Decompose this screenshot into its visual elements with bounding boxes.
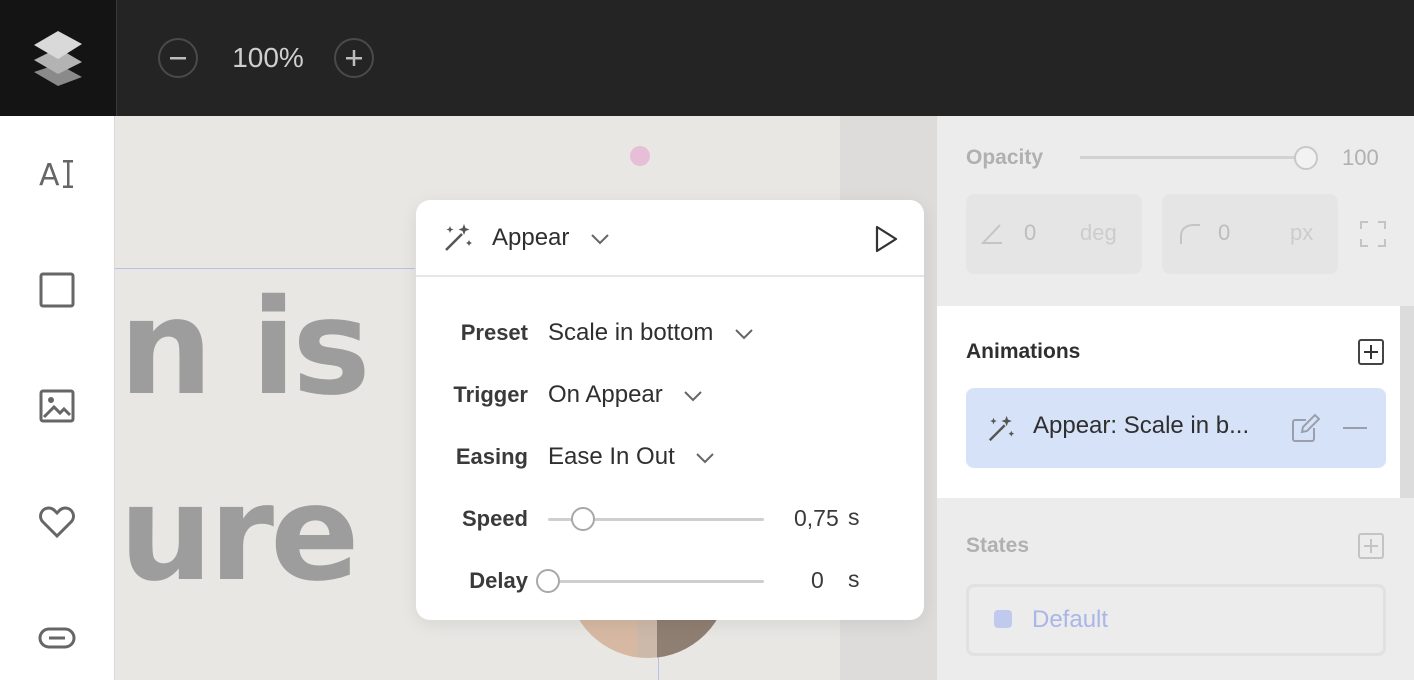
text-tool-icon: A	[39, 158, 73, 193]
play-icon[interactable]	[872, 224, 900, 254]
plus-icon	[346, 50, 362, 66]
preset-label: Preset	[460, 320, 528, 345]
easing-value: Ease In Out	[548, 443, 675, 470]
plus-icon	[1364, 345, 1378, 359]
easing-dropdown[interactable]: Ease In Out	[548, 441, 715, 473]
panel-scrollbar[interactable]	[1400, 306, 1414, 498]
properties-panel: Opacity 100 0 deg 0 px Animations Appear…	[937, 116, 1414, 680]
headline-line-2[interactable]: ure	[119, 468, 360, 600]
state-color-swatch	[994, 610, 1012, 628]
corner-radius-icon	[1180, 224, 1200, 244]
magic-wand-icon	[988, 415, 1015, 442]
text-tool[interactable]: A	[33, 150, 81, 198]
animation-type-dropdown[interactable]: Appear	[492, 222, 610, 254]
remove-icon[interactable]	[1341, 420, 1369, 436]
preset-dropdown[interactable]: Scale in bottom	[548, 317, 754, 349]
app-logo[interactable]	[0, 0, 117, 116]
animations-section: Animations Appear: Scale in b...	[937, 306, 1400, 498]
square-icon	[39, 272, 75, 308]
left-toolbar: A	[0, 116, 115, 680]
corner-radius-field[interactable]: 0 px	[1162, 194, 1338, 274]
zoom-out-button[interactable]	[158, 38, 198, 78]
heart-icon	[39, 506, 75, 539]
speed-slider-thumb[interactable]	[570, 507, 595, 531]
radius-unit: px	[1290, 220, 1314, 245]
image-icon	[39, 389, 75, 423]
animation-list-item[interactable]: Appear: Scale in b...	[966, 388, 1386, 468]
canvas-dot[interactable]	[630, 146, 650, 166]
rotation-value: 0	[1024, 220, 1037, 245]
chevron-down-icon	[696, 452, 715, 464]
angle-icon	[980, 224, 1002, 244]
plus-icon	[1364, 539, 1378, 553]
add-state-button[interactable]	[1358, 533, 1384, 559]
state-default-item[interactable]: Default	[966, 584, 1386, 656]
image-tool[interactable]	[33, 382, 81, 430]
animation-item-label: Appear: Scale in b...	[1033, 412, 1250, 439]
chevron-down-icon	[735, 328, 753, 340]
expand-corners-icon[interactable]	[1359, 220, 1387, 248]
preset-value: Scale in bottom	[548, 319, 714, 346]
selection-guide	[115, 268, 415, 269]
easing-label: Easing	[455, 444, 528, 469]
chevron-down-icon	[684, 390, 703, 402]
animation-type-label: Appear	[492, 224, 570, 251]
layers-logo-icon	[34, 31, 82, 86]
speed-label: Speed	[461, 506, 528, 531]
rotation-field[interactable]: 0 deg	[966, 194, 1142, 274]
rotation-unit: deg	[1080, 220, 1117, 245]
delay-slider[interactable]	[548, 580, 764, 583]
add-animation-button[interactable]	[1358, 339, 1384, 365]
zoom-level[interactable]: 100%	[218, 40, 318, 76]
button-icon	[38, 627, 76, 649]
popup-header: Appear	[416, 200, 924, 277]
headline-line-1[interactable]: n is	[119, 282, 371, 414]
delay-slider-thumb[interactable]	[536, 569, 560, 593]
zoom-in-button[interactable]	[334, 38, 374, 78]
opacity-value: 100	[1342, 145, 1379, 170]
svg-text:A: A	[39, 158, 60, 193]
opacity-label: Opacity	[966, 146, 1044, 169]
state-default-label: Default	[1032, 606, 1109, 633]
minus-icon	[170, 57, 186, 60]
trigger-label: Trigger	[453, 382, 528, 407]
top-bar: 100%	[0, 0, 1414, 116]
speed-unit: s	[848, 504, 860, 530]
edit-icon[interactable]	[1290, 412, 1322, 444]
magic-wand-icon	[445, 224, 472, 251]
delay-unit: s	[848, 566, 860, 592]
states-title: States	[966, 534, 1030, 557]
shape-tool[interactable]	[33, 498, 81, 546]
trigger-dropdown[interactable]: On Appear	[548, 379, 703, 411]
chevron-down-icon	[591, 233, 609, 245]
radius-value: 0	[1218, 220, 1231, 245]
delay-label: Delay	[469, 568, 528, 593]
animation-popup: Appear Preset Scale in bottom Trigger On…	[416, 200, 924, 620]
rectangle-tool[interactable]	[33, 266, 81, 314]
trigger-value: On Appear	[548, 381, 663, 408]
speed-value: 0,75	[794, 505, 839, 531]
animations-title: Animations	[966, 340, 1081, 363]
button-tool[interactable]	[33, 614, 81, 662]
delay-value: 0	[811, 567, 824, 593]
opacity-slider-thumb[interactable]	[1294, 146, 1318, 170]
opacity-slider[interactable]	[1080, 156, 1306, 159]
